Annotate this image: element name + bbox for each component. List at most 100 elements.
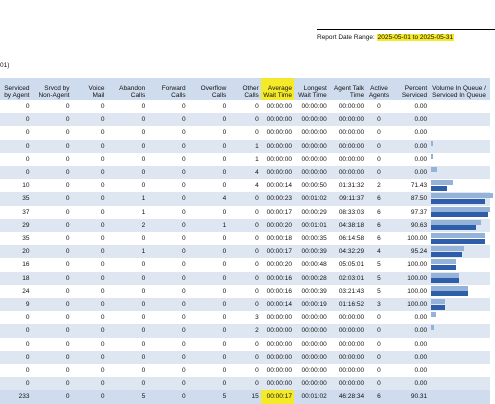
column-header-srvcd-by-non-agent: Srvcd by Non-Agent: [31, 78, 72, 100]
cell-average-wait-time: 00:00:00: [260, 324, 294, 338]
cell-srvcd-by-non-agent: 0: [65, 103, 70, 110]
cell-srvcd-by-non-agent: 0: [31, 298, 72, 312]
cell-active-agents: 0: [377, 155, 381, 163]
cell-average-wait-time: 00:00:18: [266, 235, 292, 243]
cell-percent-serviced: 0.00: [391, 166, 430, 180]
cell-percent-serviced: 0.00: [414, 103, 428, 110]
cell-forward-calls: 0: [147, 390, 188, 404]
cell-queue-bars: [429, 390, 490, 404]
table-row: 18 0 0 0 0 0 0 00:00:16 00:00:28 02:03:01 5 100.00: [0, 271, 490, 285]
cell-active-agents: 0: [377, 367, 381, 375]
cell-agent-talk-time: 00:00:00: [338, 103, 365, 110]
table-row: 0 0 0 0 0 0 0 00:00:00 00:00:00 00:00:00 0 0.00: [0, 113, 490, 127]
cell-agent-talk-time: 04:32:29: [328, 245, 367, 259]
cell-percent-serviced: 0.00: [391, 324, 430, 338]
column-header-longest-wait-time: Longest Wait Time: [293, 78, 329, 100]
volume-in-queue-bar: [431, 167, 438, 173]
table-row: 35 0 0 0 0 0 0 00:00:18 00:00:35 06:14:58 6 100.00: [0, 232, 490, 245]
cell-srvcd-by-non-agent: 0: [31, 377, 72, 391]
table-row: 0 0 0 0 0 0 1 00:00:00 00:00:00 00:00:00 0 0.00: [0, 139, 490, 153]
cell-forward-calls: 0: [147, 350, 188, 365]
table-row: 20 0 0 1 0 0 0 00:00:17 00:00:39 04:32:29 4 95.24: [0, 245, 490, 259]
volume-in-queue-bar: [431, 233, 486, 239]
cell-srvcd-by-non-agent: 0: [31, 271, 72, 285]
cell-serviced-by-agent: 18: [0, 271, 32, 285]
cell-percent-serviced: 0.00: [414, 314, 428, 322]
cell-serviced-by-agent: 0: [0, 350, 32, 365]
cell-queue-bars: [429, 285, 490, 298]
cell-average-wait-time: 00:00:16: [266, 287, 292, 295]
cell-longest-wait-time: 00:00:19: [293, 298, 329, 312]
cell-forward-calls: 0: [181, 182, 186, 190]
cell-percent-serviced: 100.00: [391, 271, 430, 285]
serviced-in-queue-bar: [431, 278, 460, 284]
cell-queue-bars: [429, 179, 490, 192]
cell-average-wait-time: 00:00:00: [260, 166, 294, 180]
column-header-average-wait-time: Average Wait Time: [260, 78, 294, 100]
cell-percent-serviced: 100.00: [407, 235, 428, 243]
cell-forward-calls: 0: [147, 192, 188, 206]
cell-other-calls: 0: [255, 103, 259, 110]
cell-abandon-calls: 0: [106, 324, 148, 338]
cell-active-agents: 3: [366, 298, 392, 312]
cell-longest-wait-time: 00:00:48: [301, 261, 327, 269]
cell-srvcd-by-non-agent: 0: [31, 192, 72, 206]
cell-longest-wait-time: 00:00:00: [301, 314, 327, 322]
volume-in-queue-bar: [431, 153, 433, 159]
cell-other-calls: 1: [255, 155, 259, 163]
cell-srvcd-by-non-agent: 0: [65, 208, 70, 216]
volume-in-queue-bar: [431, 299, 446, 305]
cell-average-wait-time: 00:00:17: [266, 208, 292, 216]
cell-serviced-by-agent: 0: [25, 314, 30, 322]
report-subtitle-fragment: 01): [0, 62, 10, 69]
cell-forward-calls: 0: [181, 261, 186, 269]
cell-abandon-calls: 1: [106, 192, 148, 206]
cell-longest-wait-time: 00:00:28: [293, 271, 329, 285]
cell-agent-talk-time: 00:00:00: [328, 324, 367, 338]
cell-srvcd-by-non-agent: 0: [65, 287, 70, 295]
cell-agent-talk-time: 06:14:58: [338, 235, 365, 243]
cell-srvcd-by-non-agent: 0: [31, 390, 72, 404]
cell-srvcd-by-non-agent: 0: [65, 340, 70, 348]
cell-abandon-calls: 0: [141, 367, 146, 375]
column-header-forward-calls: Forward Calls: [147, 78, 188, 100]
cell-other-calls: 2: [228, 324, 261, 338]
serviced-in-queue-bar: [431, 225, 477, 231]
cell-overflow-calls: 0: [222, 287, 227, 295]
cell-longest-wait-time: 00:00:39: [301, 287, 327, 295]
cell-active-agents: 5: [377, 287, 381, 295]
cell-agent-talk-time: 01:16:52: [328, 298, 367, 312]
cell-queue-bars: [429, 113, 490, 127]
cell-voice-mail: 0: [71, 113, 107, 127]
cell-other-calls: 4: [255, 182, 259, 190]
cell-srvcd-by-non-agent: 0: [31, 324, 72, 338]
table-row: 0 0 0 0 0 0 2 00:00:00 00:00:00 00:00:00 0 0.00: [0, 324, 490, 338]
cell-forward-calls: 0: [181, 235, 186, 243]
cell-abandon-calls: 0: [141, 235, 146, 243]
table-row: 29 0 0 2 0 1 0 00:00:20 00:01:01 04:38:18 6 90.63: [0, 218, 490, 233]
table-header-row: Serviced by Agent Srvcd by Non-Agent Voice Ma…: [0, 78, 490, 100]
volume-in-queue-bar: [431, 180, 453, 186]
cell-average-wait-time: 00:00:00: [266, 103, 292, 110]
cell-serviced-by-agent: 233: [0, 390, 32, 404]
cell-other-calls: 0: [228, 113, 261, 127]
table-row: 0 0 0 0 0 0 0 00:00:00 00:00:00 00:00:00 0 0.00: [0, 126, 490, 139]
cell-overflow-calls: 0: [222, 103, 227, 110]
cell-serviced-by-agent: 16: [22, 261, 30, 269]
table-row: 16 0 0 0 0 0 0 00:00:20 00:00:48 05:05:01 5 100.00: [0, 258, 490, 271]
cell-agent-talk-time: 00:00:00: [338, 367, 365, 375]
volume-in-queue-bar: [431, 285, 469, 291]
column-header-voice-mail: Voice Mail: [71, 78, 107, 100]
serviced-in-queue-bar: [431, 212, 489, 218]
cell-longest-wait-time: 00:01:01: [293, 218, 329, 233]
cell-forward-calls: 0: [147, 166, 188, 180]
cell-serviced-by-agent: 24: [22, 287, 30, 295]
table-row: 10 0 0 0 0 0 4 00:00:14 00:00:50 01:31:32 2 71.43: [0, 179, 490, 192]
cell-overflow-calls: 0: [222, 314, 227, 322]
serviced-in-queue-bar: [431, 251, 463, 257]
cell-forward-calls: 0: [181, 340, 186, 348]
cell-longest-wait-time: 00:00:35: [301, 235, 327, 243]
cell-queue-bars: [429, 126, 490, 139]
cell-queue-bars: [429, 324, 490, 338]
cell-average-wait-time: 00:00:20: [266, 261, 292, 269]
